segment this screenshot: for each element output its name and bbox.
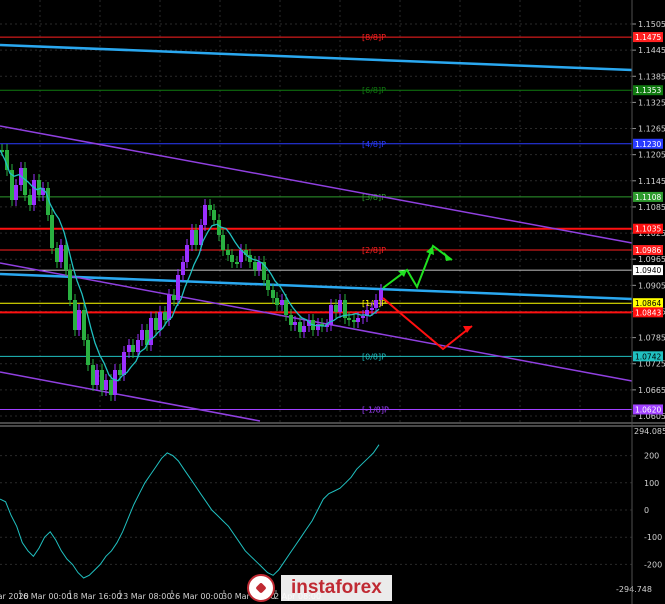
price-badge: 1.0843 [633,307,663,318]
svg-text:1.1475: 1.1475 [635,33,661,42]
price-tick-label: 1.1085 [638,203,665,212]
cci-max-label: 294.0852 [634,427,665,436]
price-tick-label: 1.0965 [638,255,665,264]
price-tick-label: 1.0905 [638,281,665,290]
candle [50,209,54,254]
price-chart[interactable]: [8/8]P[6/8]P[4/8]P[3/8]P[2/8]P[1/8]P[0/8… [0,0,665,604]
price-badge: 1.0742 [633,351,663,362]
cci-tick-label: -100 [644,533,662,542]
murrey-level-label: [0/8]P [362,352,386,361]
murrey-level-label: [-1/8]P [362,405,389,414]
murrey-level-label: [8/8]P [362,33,386,42]
price-badge: 1.1108 [633,191,663,202]
cci-tick-label: -200 [644,560,662,569]
time-axis-label: 26 Mar 00:00 [170,592,223,601]
cci-tick-label: 0 [644,506,649,515]
price-badge: 1.0620 [633,404,663,415]
price-tick-label: 1.1445 [638,46,665,55]
price-badge: 1.1475 [633,32,663,43]
candle [10,164,14,206]
svg-text:1.0742: 1.0742 [635,352,661,361]
time-axis-label: 18 Mar 16:00 [68,592,121,601]
instaforex-logo: instaforex [247,572,427,604]
price-tick-label: 1.1505 [638,20,665,29]
price-tick-label: 1.1145 [638,177,665,186]
svg-text:1.0864: 1.0864 [635,299,661,308]
svg-text:1.1108: 1.1108 [635,193,661,202]
instaforex-logo-icon [247,574,275,602]
candle [73,294,77,336]
price-tick-label: 1.0785 [638,334,665,343]
price-tick-label: 1.1325 [638,98,665,107]
time-axis-label: 16 Mar 00:00 [18,592,71,601]
price-badge: 1.0986 [633,245,663,256]
watermark-text: instaforex [281,575,392,601]
candle [68,264,72,306]
price-tick-label: 1.1265 [638,125,665,134]
svg-text:1.1035: 1.1035 [635,225,661,234]
time-axis-label: 23 Mar 08:00 [118,592,171,601]
murrey-level-label: [6/8]P [362,86,386,95]
candle [82,304,86,346]
price-badge: 1.0864 [633,298,663,309]
price-tick-label: 1.0665 [638,386,665,395]
svg-text:1.0843: 1.0843 [635,308,661,317]
price-badge: 1.1035 [633,223,663,234]
svg-text:1.0620: 1.0620 [635,405,661,414]
price-tick-label: 1.1205 [638,151,665,160]
cci-min-label: -294.748 [616,585,652,594]
svg-text:1.0986: 1.0986 [635,246,661,255]
murrey-level-label: [4/8]P [362,140,386,149]
svg-text:1.1230: 1.1230 [635,140,661,149]
price-badge: 1.1353 [633,85,663,96]
price-badge: 1.0940 [633,265,663,276]
murrey-level-label: [2/8]P [362,246,386,255]
svg-text:1.0940: 1.0940 [635,266,661,275]
price-tick-label: 1.1385 [638,72,665,81]
price-badge: 1.1230 [633,138,663,149]
cci-tick-label: 100 [644,479,659,488]
svg-text:1.1353: 1.1353 [635,86,661,95]
cci-tick-label: 200 [644,452,659,461]
